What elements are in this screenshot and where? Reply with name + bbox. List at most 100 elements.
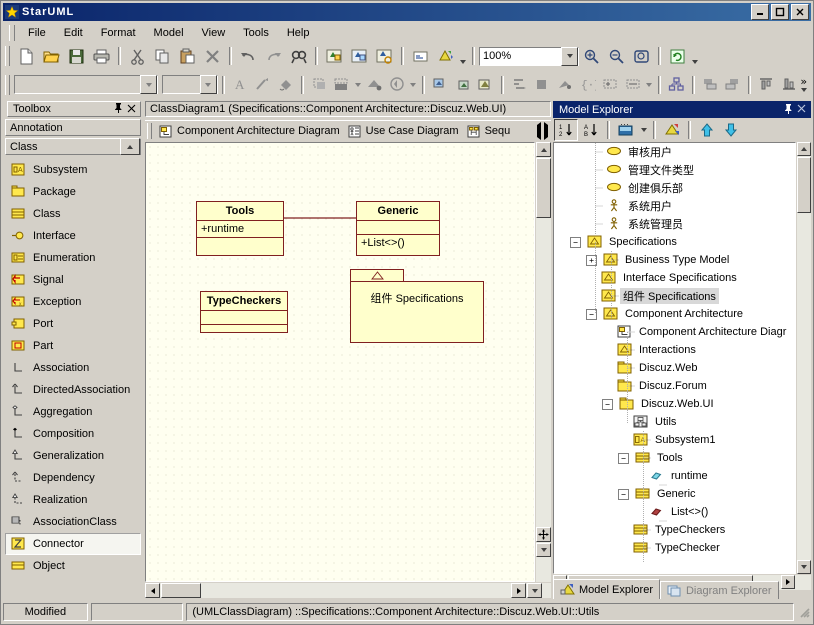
group-icon[interactable] bbox=[532, 74, 553, 96]
toolbox-item-object[interactable]: Object bbox=[5, 555, 141, 577]
tab-model-explorer[interactable]: Model Explorer bbox=[553, 579, 660, 599]
toolbox-item-class[interactable]: Class bbox=[5, 203, 141, 225]
flip-dropdown-chevron[interactable] bbox=[408, 74, 418, 96]
vertical-scroll-thumb[interactable] bbox=[536, 158, 551, 218]
tree-row-interface-specifications[interactable]: Interface Specifications bbox=[554, 269, 795, 287]
collapse-up-icon[interactable] bbox=[120, 138, 140, 155]
horizontal-scroll-thumb[interactable] bbox=[161, 583, 201, 598]
format-toolbar-grip[interactable] bbox=[5, 74, 10, 95]
tab-use-case-diagram[interactable]: Use Case Diagram bbox=[344, 122, 463, 141]
stereotype-display-icon[interactable] bbox=[332, 74, 353, 96]
canvas-pan-button[interactable] bbox=[536, 527, 551, 542]
close-icon[interactable] bbox=[127, 103, 136, 116]
view-options-icon[interactable] bbox=[615, 120, 637, 140]
format-toolbar-overflow[interactable]: » bbox=[800, 76, 811, 92]
chevron-down-icon[interactable] bbox=[199, 75, 217, 94]
print-icon[interactable] bbox=[90, 45, 113, 67]
flip-icon[interactable] bbox=[387, 74, 408, 96]
font-color-icon[interactable]: A bbox=[230, 74, 251, 96]
tree-row-utils[interactable]: Utils bbox=[554, 413, 795, 431]
pin-icon[interactable] bbox=[114, 102, 123, 116]
explorer-vertical-scrollbar[interactable] bbox=[797, 142, 811, 574]
toolbox-item-interface[interactable]: Interface bbox=[5, 225, 141, 247]
tree-row-interactions[interactable]: Interactions bbox=[554, 341, 795, 359]
arrow-right-icon[interactable] bbox=[544, 122, 548, 140]
toolbox-item-composition[interactable]: Composition bbox=[5, 423, 141, 445]
uml-class-tools[interactable]: Tools +runtime bbox=[196, 201, 284, 256]
sort-numeric-icon[interactable]: 12 bbox=[554, 119, 578, 141]
send-back-icon[interactable] bbox=[453, 74, 474, 96]
tree-collapse-toggle[interactable]: − bbox=[618, 452, 629, 464]
menu-grip[interactable] bbox=[9, 25, 15, 41]
scroll-left-button[interactable] bbox=[145, 583, 160, 598]
model-explorer-tree[interactable]: 审核用户 管理文件类型 创建俱乐部 系统用户 系统管理员 − Specifica… bbox=[553, 142, 796, 574]
tree-row-list-operation[interactable]: List<>() bbox=[554, 503, 795, 521]
tree-row-create-club[interactable]: 创建俱乐部 bbox=[554, 179, 795, 197]
stereotype-dropdown-chevron[interactable] bbox=[353, 74, 363, 96]
toolbox-item-aggregation[interactable]: Aggregation bbox=[5, 401, 141, 423]
open-folder-icon[interactable] bbox=[40, 45, 63, 67]
tree-row-specifications[interactable]: − Specifications bbox=[554, 233, 795, 251]
canvas-horizontal-scrollbar[interactable] bbox=[145, 583, 551, 598]
sort-alpha-icon[interactable]: AB bbox=[580, 120, 602, 140]
font-family-combo[interactable] bbox=[13, 75, 159, 94]
delete-icon[interactable] bbox=[201, 45, 224, 67]
hide-compartment-icon[interactable] bbox=[623, 74, 644, 96]
toolbox-item-link[interactable]: Link bbox=[5, 577, 141, 579]
menu-model[interactable]: Model bbox=[145, 25, 193, 41]
tab-component-architecture-diagram[interactable]: Component Architecture Diagram bbox=[155, 122, 344, 141]
scroll-up-button[interactable] bbox=[536, 142, 551, 157]
align-left-icon[interactable] bbox=[700, 74, 721, 96]
zoom-combo[interactable]: 100% bbox=[479, 46, 579, 66]
arrow-left-icon[interactable] bbox=[537, 122, 541, 140]
fit-window-icon[interactable] bbox=[630, 45, 653, 67]
canvas-options-button[interactable] bbox=[527, 583, 542, 598]
copy-icon[interactable] bbox=[151, 45, 174, 67]
arrange-icon[interactable] bbox=[509, 74, 530, 96]
move-up-icon[interactable] bbox=[696, 120, 718, 140]
tab-sequence-diagram[interactable]: Sequ bbox=[463, 122, 515, 141]
refresh-icon[interactable] bbox=[666, 45, 689, 67]
toolbox-item-association[interactable]: Association bbox=[5, 357, 141, 379]
minimize-button[interactable] bbox=[751, 4, 769, 20]
tree-row-component-architecture[interactable]: − Component Architecture bbox=[554, 305, 795, 323]
fill-color-icon[interactable] bbox=[275, 74, 296, 96]
diagram-tabs-grip[interactable] bbox=[147, 123, 152, 139]
tree-row-business-type-model[interactable]: + Business Type Model bbox=[554, 251, 795, 269]
toolbar-grip[interactable] bbox=[5, 46, 10, 66]
toolbox-item-subsystem[interactable]: A Subsystem bbox=[5, 159, 141, 181]
toolbox-item-associationclass[interactable]: AssociationClass bbox=[5, 511, 141, 533]
tree-row-typechecker[interactable]: TypeChecker bbox=[554, 539, 795, 557]
toolbox-item-generalization[interactable]: Generalization bbox=[5, 445, 141, 467]
maximize-button[interactable] bbox=[771, 4, 789, 20]
chevron-down-icon[interactable] bbox=[561, 46, 578, 66]
toolbox-item-part[interactable]: Part bbox=[5, 335, 141, 357]
close-icon[interactable] bbox=[797, 103, 806, 116]
tree-row-manage-file-type[interactable]: 管理文件类型 bbox=[554, 161, 795, 179]
tree-row-component-architecture-diagram[interactable]: Component Architecture Diagr bbox=[554, 323, 795, 341]
line-style-icon[interactable] bbox=[253, 74, 274, 96]
tree-collapse-toggle[interactable]: − bbox=[602, 398, 613, 410]
redo-icon[interactable] bbox=[262, 45, 285, 67]
tree-row-discuz-web-ui[interactable]: − Discuz.Web.UI bbox=[554, 395, 795, 413]
scroll-down-button[interactable] bbox=[797, 560, 811, 574]
tree-expand-toggle[interactable]: + bbox=[586, 254, 597, 266]
resize-grip[interactable] bbox=[797, 605, 811, 619]
pin-icon[interactable] bbox=[784, 103, 793, 117]
align-icon[interactable] bbox=[364, 74, 385, 96]
broadcast-icon[interactable] bbox=[434, 45, 457, 67]
explorer-scroll-thumb[interactable] bbox=[797, 157, 811, 213]
menu-help[interactable]: Help bbox=[278, 25, 319, 41]
scroll-up-button[interactable] bbox=[797, 142, 811, 156]
scroll-down-button[interactable] bbox=[536, 543, 551, 557]
menu-format[interactable]: Format bbox=[92, 25, 145, 41]
toolbox-group-annotation[interactable]: Annotation bbox=[5, 119, 141, 136]
add-view-icon[interactable] bbox=[373, 45, 396, 67]
tree-row-component-specifications[interactable]: 组件 Specifications bbox=[554, 287, 795, 305]
cut-icon[interactable] bbox=[126, 45, 149, 67]
layout-diagram-icon[interactable] bbox=[666, 74, 687, 96]
undo-icon[interactable] bbox=[237, 45, 260, 67]
add-diagram-icon[interactable] bbox=[323, 45, 346, 67]
bring-forward-icon[interactable] bbox=[476, 74, 497, 96]
bring-front-icon[interactable] bbox=[430, 74, 451, 96]
